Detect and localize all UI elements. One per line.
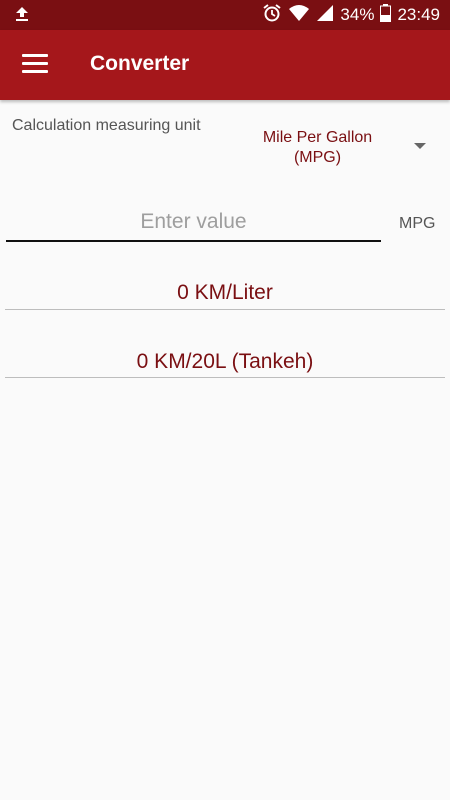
selected-unit: Mile Per Gallon (MPG) [240,128,395,168]
clock-time: 23:49 [397,5,440,24]
app-bar: Converter [0,30,450,100]
selected-unit-line2: (MPG) [293,149,342,166]
unit-suffix: MPG [399,215,436,232]
status-right: 34% 23:49 [262,0,440,30]
selected-unit-line1: Mile Per Gallon [262,129,373,146]
value-input[interactable] [6,204,381,242]
divider [5,309,445,310]
alarm-icon [262,3,282,28]
wifi-icon [288,4,310,27]
result-km-per-liter: 0 KM/Liter [177,281,273,304]
unit-dropdown[interactable]: Mile Per Gallon (MPG) [240,128,440,172]
result-km-per-20l: 0 KM/20L (Tankeh) [136,350,314,373]
divider [5,377,445,378]
upload-icon [14,6,30,27]
signal-icon [316,4,334,27]
battery-icon [380,3,392,27]
battery-percent: 34% [340,5,375,24]
unit-label: Calculation measuring unit [12,117,201,134]
page-title: Converter [90,52,190,75]
status-bar: 34% 23:49 [0,0,450,30]
dropdown-arrow-icon [414,143,426,149]
hamburger-menu-icon[interactable] [22,54,48,76]
